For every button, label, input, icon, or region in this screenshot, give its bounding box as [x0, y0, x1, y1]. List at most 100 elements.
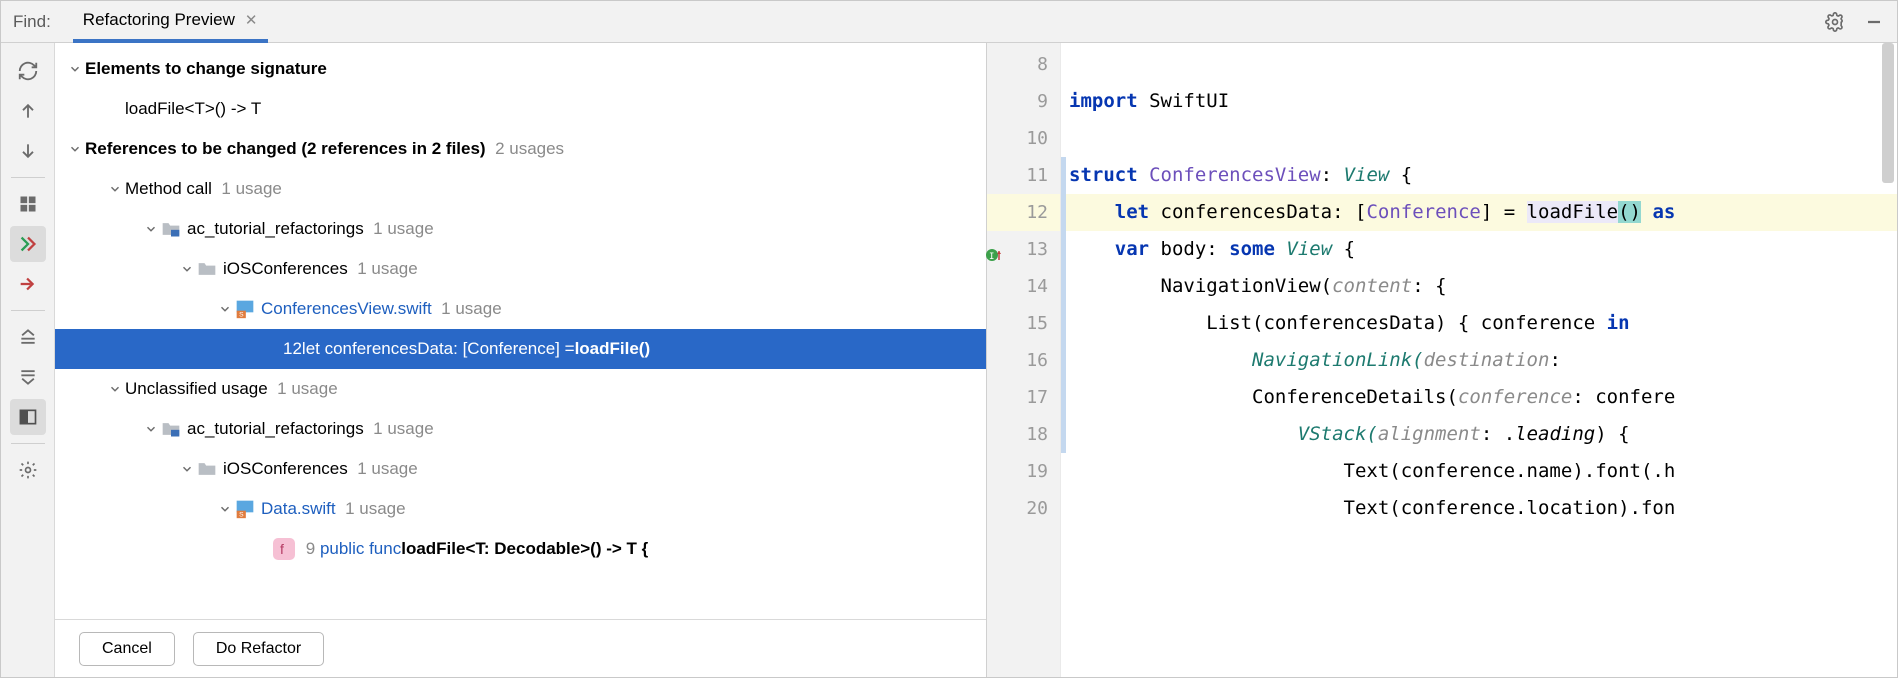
chevron-down-icon[interactable]	[65, 62, 85, 76]
code-line: struct ConferencesView: View {	[1061, 157, 1897, 194]
line-number: 17	[987, 379, 1060, 416]
line-number: 13 I	[987, 231, 1060, 268]
svg-text:S: S	[239, 512, 244, 519]
cancel-button[interactable]: Cancel	[79, 632, 175, 666]
collapse-all-icon[interactable]	[10, 359, 46, 395]
chevron-down-icon[interactable]	[215, 302, 235, 316]
scrollbar-thumb[interactable]	[1882, 43, 1894, 183]
diff-into-icon[interactable]	[10, 266, 46, 302]
gear-icon[interactable]	[1825, 12, 1845, 32]
usages-count: 1 usage	[221, 179, 282, 199]
tree-node-usage-selected[interactable]: 12 let conferencesData: [Conference] = l…	[55, 329, 986, 369]
tree-node-references-header[interactable]: References to be changed (2 references i…	[55, 129, 986, 169]
tab-refactoring-preview[interactable]: Refactoring Preview ✕	[73, 2, 268, 43]
line-number: 8	[987, 46, 1060, 83]
code-line	[1061, 46, 1897, 83]
code-line: ConferenceDetails(conference: confere	[1061, 379, 1897, 416]
chevron-down-icon[interactable]	[215, 502, 235, 516]
tree-node-module[interactable]: ac_tutorial_refactorings 1 usage	[55, 209, 986, 249]
tree-node-elements-header[interactable]: Elements to change signature	[55, 49, 986, 89]
tree-node-method-call[interactable]: Method call 1 usage	[55, 169, 986, 209]
arrow-up-button[interactable]	[10, 93, 46, 129]
diff-right-icon[interactable]	[10, 226, 46, 262]
tree-node-function-usage[interactable]: f 9 public func loadFile<T: Decodable>()…	[55, 529, 986, 569]
folder-label: iOSConferences	[223, 259, 348, 279]
settings-icon[interactable]	[10, 452, 46, 488]
line-number: 19	[987, 453, 1060, 490]
code-line: NavigationLink(destination:	[1061, 342, 1897, 379]
preview-toggle-icon[interactable]	[10, 399, 46, 435]
code-editor[interactable]: import SwiftUI struct ConferencesView: V…	[1061, 43, 1897, 677]
tree-node-unclassified[interactable]: Unclassified usage 1 usage	[55, 369, 986, 409]
tree-node-folder[interactable]: iOSConferences 1 usage	[55, 249, 986, 289]
usage-line-call: loadFile()	[575, 339, 651, 359]
swift-file-icon: S	[235, 499, 255, 519]
group-icon[interactable]	[10, 186, 46, 222]
module-folder-icon	[161, 220, 181, 238]
svg-text:f: f	[280, 541, 284, 557]
line-number: 18	[987, 416, 1060, 453]
line-number: 16	[987, 342, 1060, 379]
tool-strip	[1, 43, 55, 677]
code-line: Text(conference.location).fon	[1061, 490, 1897, 527]
usages-count: 1 usage	[357, 259, 418, 279]
chevron-down-icon[interactable]	[105, 382, 125, 396]
tab-title: Refactoring Preview	[83, 10, 235, 30]
usages-count: 1 usage	[373, 419, 434, 439]
do-refactor-button[interactable]: Do Refactor	[193, 632, 324, 666]
chevron-down-icon[interactable]	[177, 462, 197, 476]
minimize-icon[interactable]	[1865, 13, 1883, 31]
folder-icon	[197, 260, 217, 278]
swift-file-icon: S	[235, 299, 255, 319]
code-line: NavigationView(content: {	[1061, 268, 1897, 305]
file-label: ConferencesView.swift	[261, 299, 432, 319]
line-number-gutter: 8 9 10 11 12 13 I 14 15 16 17 18 19 20	[987, 43, 1061, 677]
code-line: var body: some View {	[1061, 231, 1897, 268]
module-folder-icon	[161, 420, 181, 438]
code-line: VStack(alignment: .leading) {	[1061, 416, 1897, 453]
module-label: ac_tutorial_refactorings	[187, 219, 364, 239]
folder-icon	[197, 460, 217, 478]
folder-label: iOSConferences	[223, 459, 348, 479]
chevron-down-icon[interactable]	[105, 182, 125, 196]
func-prefix: public func	[320, 539, 401, 559]
code-line-highlighted: let conferencesData: [Conference] = load…	[1061, 194, 1897, 231]
unclassified-label: Unclassified usage	[125, 379, 268, 399]
line-number: 12	[987, 194, 1060, 231]
tree-node-signature[interactable]: loadFile<T>() -> T	[55, 89, 986, 129]
tree-node-module[interactable]: ac_tutorial_refactorings 1 usage	[55, 409, 986, 449]
function-badge-icon: f	[273, 538, 295, 560]
chevron-down-icon[interactable]	[141, 422, 161, 436]
usages-count: 1 usage	[357, 459, 418, 479]
usages-count: 2 usages	[495, 139, 564, 159]
module-label: ac_tutorial_refactorings	[187, 419, 364, 439]
tree-node-file-data[interactable]: S Data.swift 1 usage	[55, 489, 986, 529]
usages-count: 1 usage	[373, 219, 434, 239]
arrow-down-button[interactable]	[10, 133, 46, 169]
tree-node-file-conferences[interactable]: S ConferencesView.swift 1 usage	[55, 289, 986, 329]
usages-count: 1 usage	[441, 299, 502, 319]
expand-all-icon[interactable]	[10, 319, 46, 355]
func-line-number: 9	[306, 539, 315, 559]
chevron-down-icon[interactable]	[141, 222, 161, 236]
line-number: 9	[987, 83, 1060, 120]
line-number: 15	[987, 305, 1060, 342]
refresh-button[interactable]	[10, 53, 46, 89]
line-number: 14	[987, 268, 1060, 305]
code-line: import SwiftUI	[1061, 83, 1897, 120]
chevron-down-icon[interactable]	[65, 142, 85, 156]
tab-bar: Find: Refactoring Preview ✕	[1, 1, 1897, 43]
action-bar: Cancel Do Refactor	[55, 619, 986, 677]
chevron-down-icon[interactable]	[177, 262, 197, 276]
usages-tree-panel: Elements to change signature loadFile<T>…	[55, 43, 986, 677]
tree-node-folder[interactable]: iOSConferences 1 usage	[55, 449, 986, 489]
references-header-label: References to be changed (2 references i…	[85, 139, 486, 159]
vertical-scrollbar[interactable]	[1881, 43, 1895, 677]
svg-text:S: S	[239, 312, 244, 319]
code-line: Text(conference.name).font(.h	[1061, 453, 1897, 490]
close-icon[interactable]: ✕	[245, 11, 258, 29]
signature-text: loadFile<T>() -> T	[125, 99, 261, 119]
usage-line-text: let conferencesData: [Conference] =	[302, 339, 575, 359]
method-call-label: Method call	[125, 179, 212, 199]
usages-count: 1 usage	[277, 379, 338, 399]
